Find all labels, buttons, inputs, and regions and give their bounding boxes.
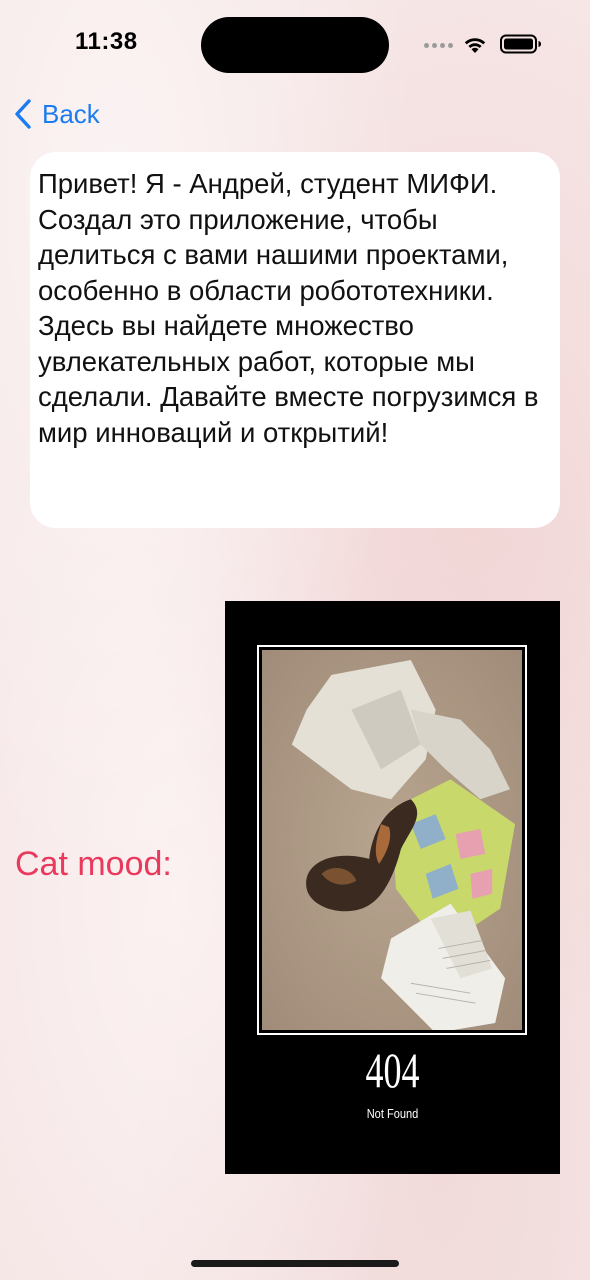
back-label: Back (42, 98, 100, 129)
battery-icon (500, 34, 541, 54)
intro-card: Привет! Я - Андрей, студент МИФИ. Создал… (30, 152, 560, 528)
wifi-icon (464, 38, 486, 53)
status-time: 11:38 (75, 28, 138, 55)
cat-mood-poster: 404 Not Found (225, 601, 560, 1174)
poster-title: 404 (365, 1042, 420, 1098)
cellular-signal-icon (424, 43, 453, 48)
cat-in-bag-photo (262, 650, 522, 1030)
back-button[interactable]: Back (12, 96, 100, 132)
home-indicator[interactable] (191, 1260, 399, 1267)
status-bar: 11:38 (0, 0, 590, 90)
chevron-left-icon (15, 99, 31, 129)
intro-text: Привет! Я - Андрей, студент МИФИ. Создал… (38, 168, 539, 448)
poster-caption: Not Found (366, 1106, 419, 1121)
poster-frame (257, 645, 527, 1035)
dynamic-island (201, 17, 389, 73)
cat-mood-label: Cat mood: (15, 845, 172, 883)
